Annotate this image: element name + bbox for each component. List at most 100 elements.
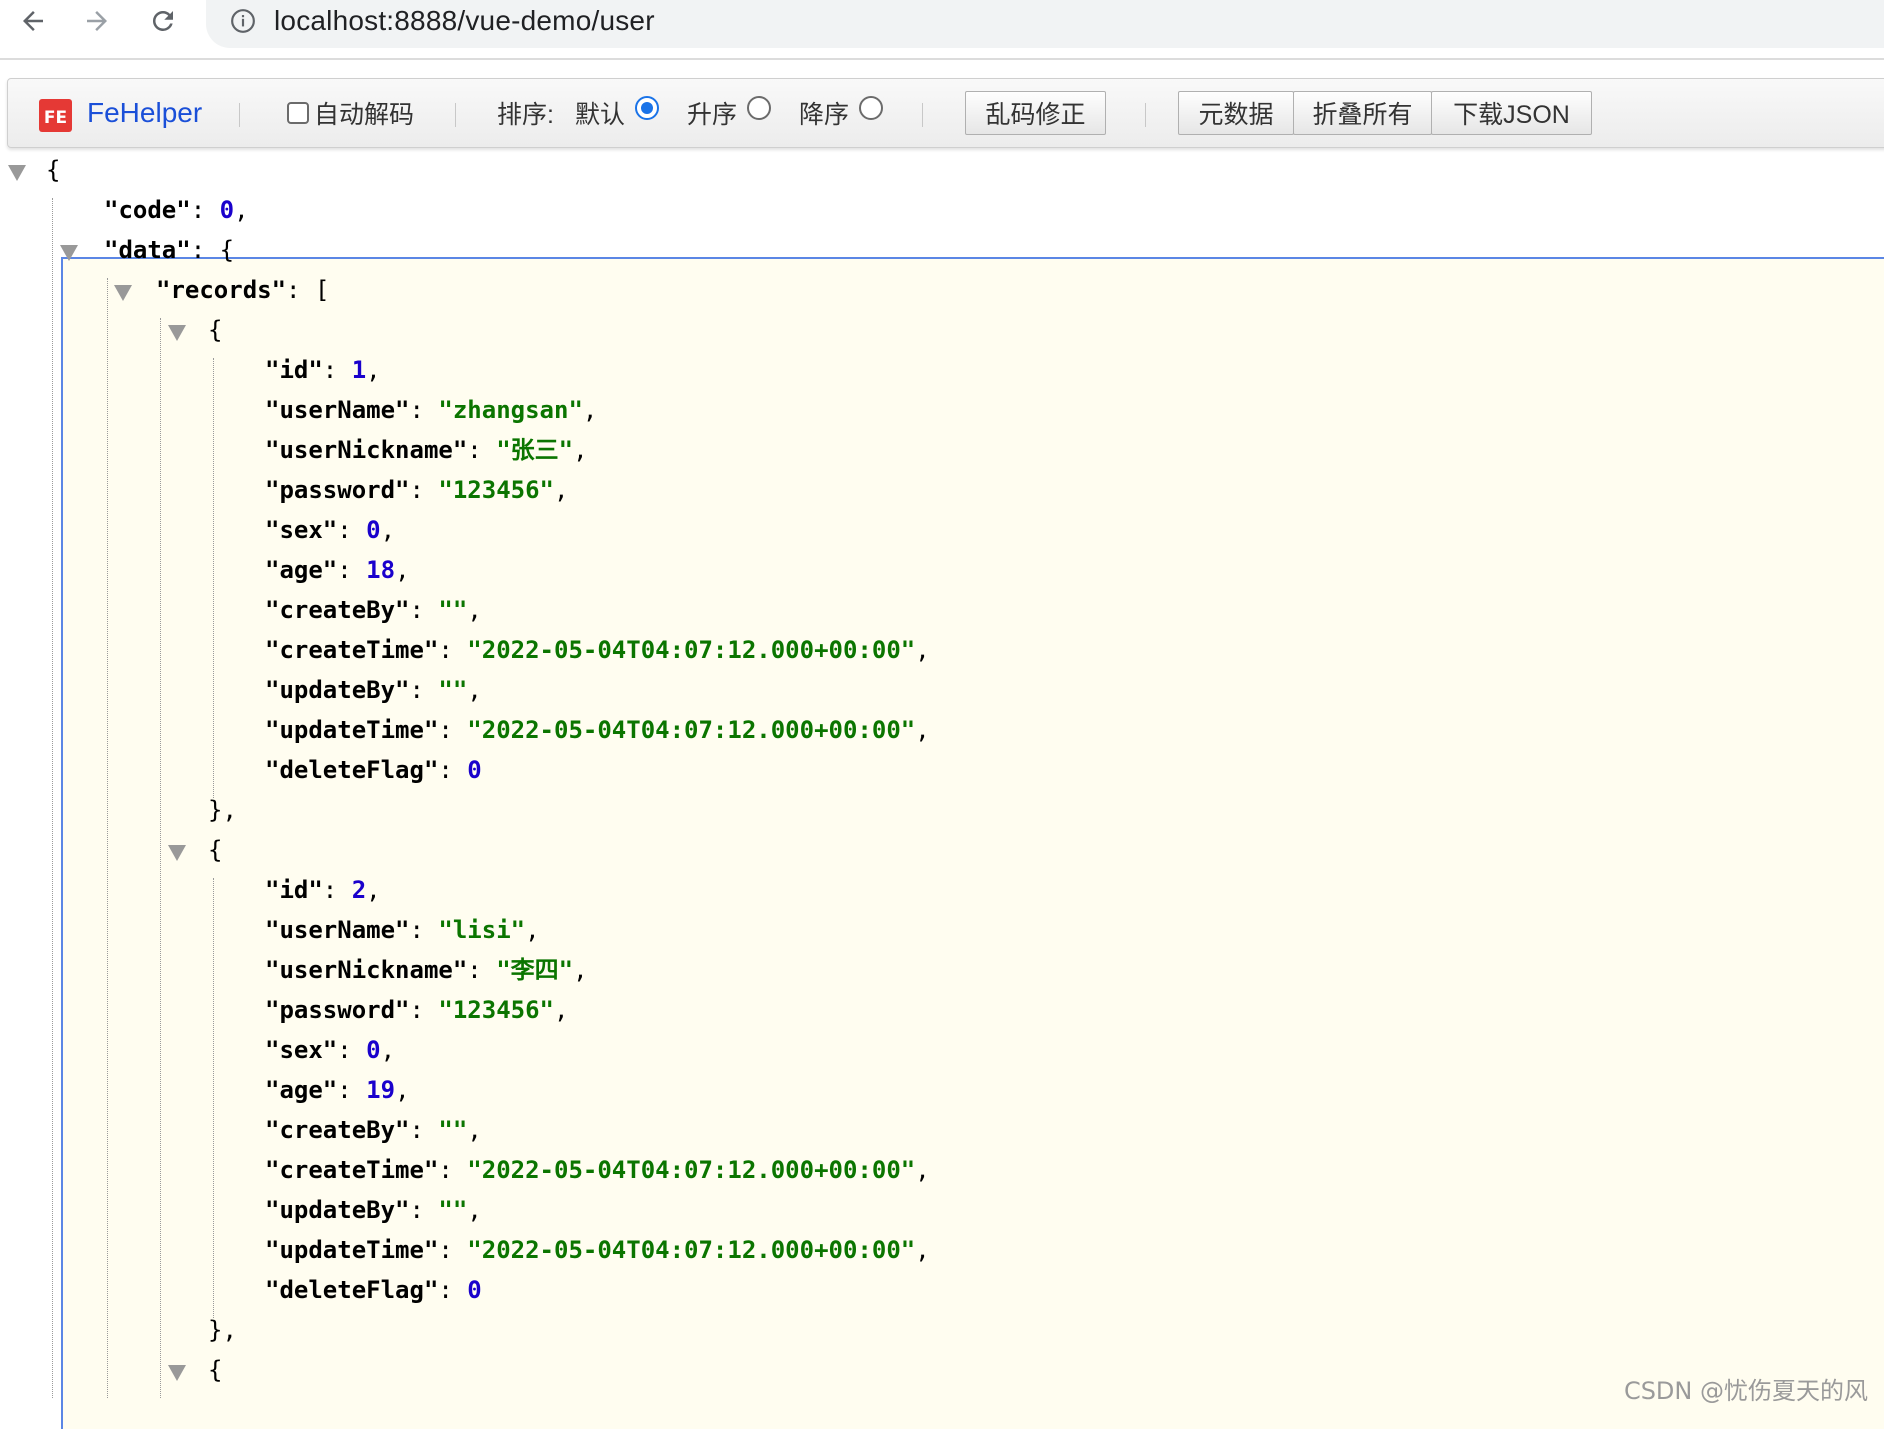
json-field-sex: "sex": 0, [265, 510, 395, 550]
json-string: "2022-05-04T04:07:12.000+00:00" [467, 1156, 916, 1184]
colon: : [322, 876, 352, 904]
sort-default-radio[interactable] [635, 96, 660, 120]
sort-desc-option[interactable]: 降序 [799, 79, 884, 147]
comma: , [467, 596, 482, 624]
json-field-userName: "userName": "lisi", [265, 910, 540, 950]
json-field-password: "password": "123456", [265, 470, 568, 510]
json-key: "createTime" [265, 1156, 439, 1184]
json-field-deleteFlag: "deleteFlag": 0 [265, 750, 482, 790]
json-field-userName: "userName": "zhangsan", [265, 390, 597, 430]
colon: : [409, 1116, 439, 1144]
collapse-triangle-icon[interactable] [168, 325, 186, 341]
json-field-updateTime: "updateTime": "2022-05-04T04:07:12.000+0… [265, 710, 930, 750]
sort-asc-radio[interactable] [747, 96, 772, 120]
json-key: "id" [265, 356, 323, 384]
json-field-records: "records": [ [156, 270, 329, 310]
json-field-password: "password": "123456", [265, 990, 568, 1030]
toolbar-divider [922, 103, 923, 127]
collapse-triangle-icon[interactable] [168, 845, 186, 861]
comma: , [915, 1236, 930, 1264]
colon: : [438, 1156, 468, 1184]
json-field-age: "age": 18, [265, 550, 410, 590]
json-field-age: "age": 19, [265, 1070, 410, 1110]
collapse-triangle-icon[interactable] [114, 285, 132, 301]
collapse-all-button[interactable]: 折叠所有 [1293, 91, 1432, 135]
json-key: "userNickname" [265, 436, 468, 464]
json-string: "123456" [438, 996, 554, 1024]
json-record-open: { [208, 830, 222, 870]
comma: , [467, 676, 482, 704]
json-key: "createTime" [265, 636, 439, 664]
metadata-button[interactable]: 元数据 [1178, 91, 1294, 135]
json-number: 2 [351, 876, 367, 904]
json-key: "records" [156, 276, 287, 304]
json-record-open: { [208, 310, 222, 350]
info-icon[interactable] [230, 8, 256, 34]
download-json-button[interactable]: 下载JSON [1431, 91, 1592, 135]
colon: : [337, 556, 367, 584]
collapse-triangle-icon[interactable] [60, 245, 78, 261]
reload-button[interactable] [138, 0, 188, 42]
json-number: 18 [366, 556, 396, 584]
json-number: 1 [351, 356, 367, 384]
indent-guide [213, 358, 214, 798]
indent-guide [107, 278, 108, 1398]
bracket-open: : [ [286, 276, 330, 304]
colon: : [438, 716, 468, 744]
json-field-code: "code": 0, [104, 190, 249, 230]
comma: , [467, 1196, 482, 1224]
colon: : [337, 1076, 367, 1104]
fehelper-brand: FeHelper [87, 97, 203, 128]
json-key: "updateBy" [265, 676, 410, 704]
colon: : [438, 1236, 468, 1264]
sort-default-label: 默认 [575, 101, 626, 129]
auto-decode-toggle[interactable]: 自动解码 [287, 79, 414, 147]
json-record-open: { [208, 1350, 222, 1390]
json-number: 0 [366, 516, 381, 544]
url-bar[interactable]: localhost:8888/vue-demo/user [206, 0, 1884, 48]
json-field-userNickname: "userNickname": "张三", [265, 430, 588, 470]
json-number: 19 [366, 1076, 396, 1104]
fehelper-logo-icon: FE [39, 99, 72, 132]
json-string: "" [438, 1196, 468, 1224]
colon: : [467, 956, 497, 984]
json-string: "" [438, 1116, 468, 1144]
sort-asc-option[interactable]: 升序 [687, 79, 772, 147]
json-key: "data" [104, 236, 191, 264]
url-text: localhost:8888/vue-demo/user [274, 5, 655, 36]
forward-button[interactable] [72, 0, 122, 42]
colon: : [190, 196, 220, 224]
json-key: "deleteFlag" [265, 1276, 439, 1304]
colon: : [322, 356, 352, 384]
fix-encoding-button[interactable]: 乱码修正 [965, 91, 1106, 135]
sort-default-option[interactable]: 默认 [575, 79, 660, 147]
json-string: "2022-05-04T04:07:12.000+00:00" [467, 716, 916, 744]
json-field-createBy: "createBy": "", [265, 590, 482, 630]
comma: , [915, 1156, 930, 1184]
comma: , [554, 996, 569, 1024]
collapse-triangle-icon[interactable] [8, 165, 26, 181]
json-string: "2022-05-04T04:07:12.000+00:00" [467, 636, 916, 664]
comma: , [573, 436, 588, 464]
json-key: "password" [265, 996, 410, 1024]
json-number: 0 [467, 756, 482, 784]
json-key: "updateTime" [265, 716, 439, 744]
json-key: "createBy" [265, 1116, 410, 1144]
json-string: "" [438, 596, 468, 624]
colon: : [467, 436, 497, 464]
back-button[interactable] [8, 0, 58, 42]
indent-guide [160, 318, 161, 1398]
colon: : [409, 476, 439, 504]
json-field-createTime: "createTime": "2022-05-04T04:07:12.000+0… [265, 630, 930, 670]
colon: : [337, 1036, 367, 1064]
json-field-createBy: "createBy": "", [265, 1110, 482, 1150]
auto-decode-checkbox[interactable] [287, 102, 309, 124]
json-field-id: "id": 2, [265, 870, 381, 910]
sort-asc-label: 升序 [687, 101, 738, 129]
comma: , [573, 956, 588, 984]
collapse-triangle-icon[interactable] [168, 1365, 186, 1381]
sort-desc-radio[interactable] [859, 96, 884, 120]
json-key: "sex" [265, 1036, 338, 1064]
colon: : [438, 1276, 468, 1304]
toolbar-divider [455, 103, 456, 127]
